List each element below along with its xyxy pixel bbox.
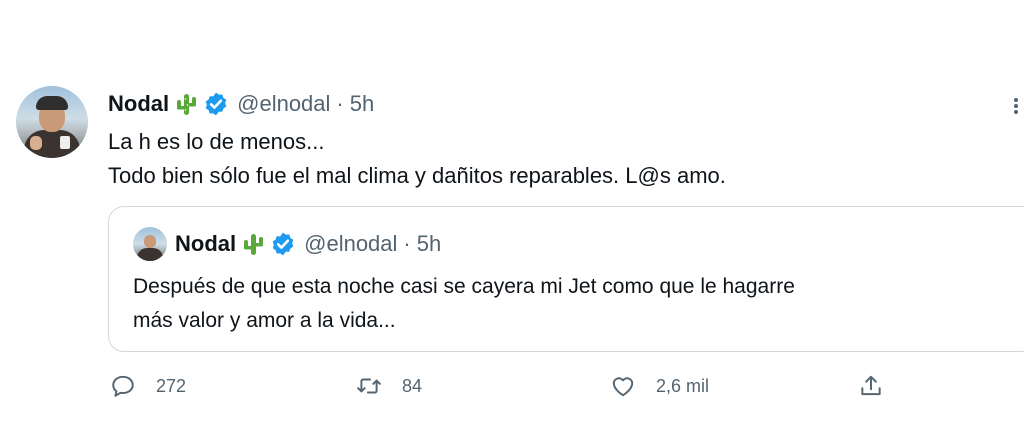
reply-icon xyxy=(112,375,134,397)
verified-badge-icon xyxy=(272,232,294,256)
more-options-icon[interactable] xyxy=(1014,96,1024,116)
reply-count: 272 xyxy=(156,375,187,396)
like-button[interactable]: 2,6 mil xyxy=(610,370,709,402)
quoted-author-name: Nodal xyxy=(175,231,237,256)
quoted-tweet-header: Nodal @elnodal · 5h xyxy=(175,227,441,261)
avatar-hand xyxy=(30,136,42,150)
quoted-text-line-2: más valor y amor a la vida... xyxy=(133,309,396,332)
cactus-icon xyxy=(177,94,197,115)
retweet-icon xyxy=(357,378,381,394)
verified-badge-icon xyxy=(205,92,227,116)
avatar-cup xyxy=(60,136,70,149)
reply-button[interactable]: 272 xyxy=(110,370,186,402)
author-avatar[interactable] xyxy=(16,86,88,158)
quoted-tweet-timestamp: 5h xyxy=(416,231,442,256)
tweet-action-bar: 272 84 2,6 mil xyxy=(0,364,1024,408)
tweet-text-line-2: Todo bien sólo fue el mal clima y dañito… xyxy=(108,163,726,188)
separator-dot: · xyxy=(336,91,344,116)
retweet-button[interactable]: 84 xyxy=(356,370,422,402)
author-handle[interactable]: @elnodal xyxy=(237,91,330,117)
avatar-cap xyxy=(36,96,68,110)
share-button[interactable] xyxy=(858,370,884,402)
tweet-timestamp[interactable]: 5h xyxy=(350,91,374,117)
cactus-icon xyxy=(244,234,264,255)
quoted-tweet-card[interactable]: Nodal @elnodal · 5h Después de que esta … xyxy=(108,206,1024,352)
tweet-text-line-1: La h es lo de menos... xyxy=(108,129,325,154)
quoted-author-handle: @elnodal xyxy=(304,231,398,256)
share-icon xyxy=(861,375,881,396)
tweet-header: Nodal @elnodal · 5h xyxy=(108,88,374,120)
quoted-author-avatar xyxy=(133,227,167,261)
quoted-text-line-1: Después de que esta noche casi se cayera… xyxy=(133,275,795,298)
separator-dot: · xyxy=(403,231,411,256)
heart-icon xyxy=(612,377,634,397)
retweet-count: 84 xyxy=(402,375,423,396)
author-name[interactable]: Nodal xyxy=(108,91,169,117)
like-count: 2,6 mil xyxy=(656,375,710,396)
